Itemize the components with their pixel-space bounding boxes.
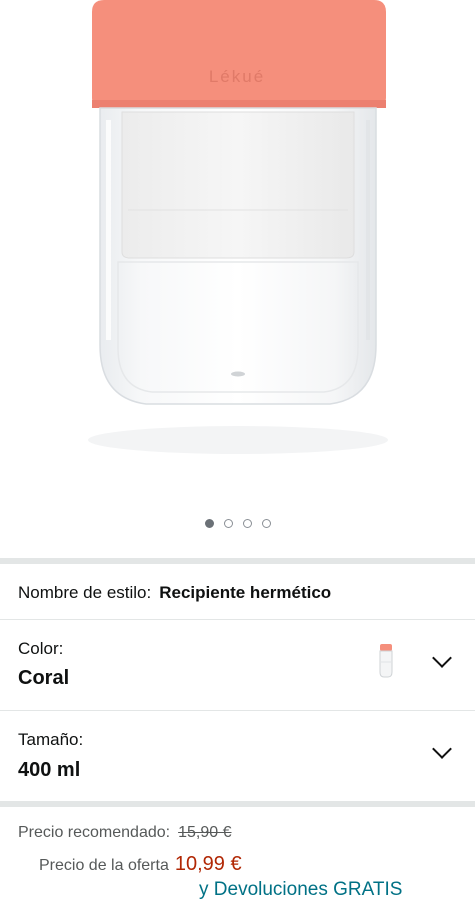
size-selector[interactable]: Tamaño: 400 ml — [0, 712, 475, 801]
list-price-label: Precio recomendado: — [18, 824, 171, 841]
offer-price-value: 10,99 € — [174, 853, 242, 875]
style-name-row: Nombre de estilo: Recipiente hermético — [0, 566, 475, 620]
gallery-pagination — [0, 519, 475, 528]
chevron-down-icon — [432, 739, 452, 759]
gallery-dot-2[interactable] — [223, 519, 233, 528]
offer-price-line: Precio de la oferta 10,99 € — [39, 853, 242, 876]
color-selector[interactable]: Color: Coral — [0, 621, 475, 711]
color-swatch-thumbnail — [379, 644, 393, 678]
color-label: Color: — [18, 639, 64, 658]
offer-price-label: Precio de la oferta — [39, 857, 169, 874]
free-returns-link[interactable]: y Devoluciones GRATIS — [199, 879, 402, 901]
section-divider — [0, 801, 475, 807]
gallery-dot-3[interactable] — [242, 519, 252, 528]
color-value: Coral — [18, 667, 70, 689]
gallery-dot-1[interactable] — [204, 519, 214, 528]
size-value: 400 ml — [18, 759, 81, 781]
section-divider — [0, 558, 475, 564]
product-image-gallery[interactable]: Lékué — [0, 0, 475, 500]
list-price-value: 15,90 € — [178, 824, 232, 841]
gallery-dot-4[interactable] — [261, 519, 271, 528]
chevron-down-icon — [432, 648, 452, 668]
list-price-line: Precio recomendado: 15,90 € — [18, 824, 231, 842]
size-label: Tamaño: — [18, 730, 84, 749]
brand-logo: Lékué — [209, 67, 265, 86]
product-image: Lékué — [88, 0, 388, 454]
style-name-value: Recipiente hermético — [159, 582, 332, 602]
style-name-label: Nombre de estilo: — [18, 582, 152, 602]
